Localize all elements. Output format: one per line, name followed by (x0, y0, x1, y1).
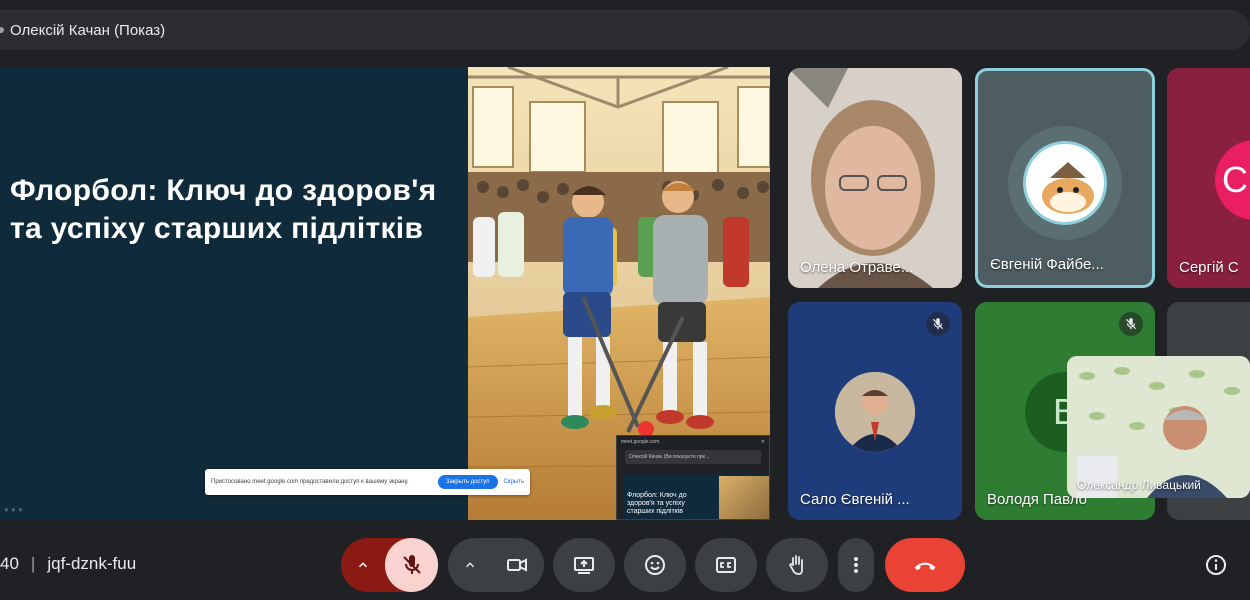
raise-hand-icon (788, 555, 803, 575)
preview-close-icon[interactable]: ✕ (761, 439, 765, 445)
camera-toggle-button[interactable] (490, 538, 544, 592)
avatar-initial: С (1222, 159, 1248, 200)
shared-screen: Флорбол: Ключ до здоров'я та успіху стар… (0, 67, 770, 520)
mic-off-icon (1119, 312, 1143, 336)
preview-url-bar: meet.google.com ✕ (617, 436, 769, 448)
slide-footer-dots: ● ● ● (4, 505, 23, 514)
presenter-bar[interactable]: Олексій Качан (Показ) (0, 10, 1250, 50)
participant-tile-serhii[interactable]: С Сергій С (1167, 68, 1250, 288)
mic-off-icon (402, 555, 421, 574)
closed-captions-icon (716, 557, 736, 573)
participant-tile-salo[interactable]: Сало Євгеній ... (788, 302, 962, 520)
audio-options-button[interactable] (341, 538, 385, 592)
raise-hand-button[interactable] (766, 538, 828, 592)
preview-slide-title: Флорбол: Ключ до здоров'я та успіху стар… (627, 492, 687, 515)
call-end-icon (914, 562, 936, 571)
avatar: С (1215, 140, 1250, 220)
avatar (835, 372, 915, 452)
mic-control-group (341, 538, 438, 592)
preview-slide-image (719, 476, 769, 519)
screen-share-notification: Пристосовано meet.google.com предоставил… (205, 469, 530, 495)
participant-tile-olena[interactable]: Олена Отраве... (788, 68, 962, 288)
participant-name: Сало Євгеній ... (800, 491, 910, 508)
reactions-button[interactable] (624, 538, 686, 592)
participant-video-olena (788, 68, 962, 288)
participant-video-oleksandr (1067, 356, 1250, 498)
meeting-info-separator: | (30, 554, 36, 573)
preview-slide: Флорбол: Ключ до здоров'я та успіху стар… (623, 474, 769, 519)
mic-off-icon (926, 312, 950, 336)
self-view-preview[interactable]: meet.google.com ✕ Олексій Качан (Ви пока… (616, 435, 770, 520)
videocam-icon (507, 558, 527, 572)
meeting-details-button[interactable] (1196, 550, 1236, 580)
participant-name: Олександр Ливацький (1077, 478, 1201, 492)
presenter-title: Олексій Качан (Показ) (10, 21, 166, 39)
share-notification-message: Пристосовано meet.google.com предоставил… (211, 479, 409, 485)
preview-tab: Олексій Качан (Ви показуєте пре... (625, 450, 761, 464)
participant-name: Євгеній Файбе... (990, 256, 1104, 273)
meeting-controls-bar: 40 | jqf-dznk-fuu (0, 530, 1250, 600)
more-options-button[interactable] (838, 538, 874, 592)
present-screen-button[interactable] (553, 538, 615, 592)
camera-control-group (448, 538, 544, 592)
meeting-time: 40 (0, 554, 19, 573)
avatar (1023, 141, 1107, 225)
preview-tab-text: Олексій Качан (Ви показуєте пре... (629, 454, 710, 460)
slide-text-panel: Флорбол: Ключ до здоров'я та успіху стар… (0, 67, 468, 520)
present-screen-icon (574, 557, 594, 574)
chevron-up-icon (358, 562, 368, 568)
preview-url: meet.google.com (621, 439, 660, 445)
leave-call-button[interactable] (885, 538, 965, 592)
chevron-up-icon (465, 562, 475, 568)
info-icon (1206, 555, 1226, 575)
presenter-indicator-dot (0, 27, 4, 33)
emoji-icon (645, 555, 665, 575)
slide-title: Флорбол: Ключ до здоров'я та успіху стар… (10, 174, 437, 245)
stop-sharing-button[interactable]: Закрыть доступ (437, 475, 498, 489)
video-options-button[interactable] (448, 538, 492, 592)
mic-toggle-button[interactable] (385, 538, 438, 592)
captions-button[interactable] (695, 538, 757, 592)
meeting-code[interactable]: jqf-dznk-fuu (47, 554, 136, 574)
hide-notification-link[interactable]: Скрыть (504, 479, 524, 485)
self-view-tile-oleksandr[interactable]: Олександр Ливацький (1067, 356, 1250, 498)
participant-name: Сергій С (1179, 259, 1239, 276)
participant-tile-yevhenii-f[interactable]: Євгеній Файбе... (975, 68, 1155, 288)
participant-name: Олена Отраве... (800, 259, 914, 276)
meeting-info: 40 | jqf-dznk-fuu (0, 554, 136, 574)
more-vert-icon (854, 557, 858, 573)
